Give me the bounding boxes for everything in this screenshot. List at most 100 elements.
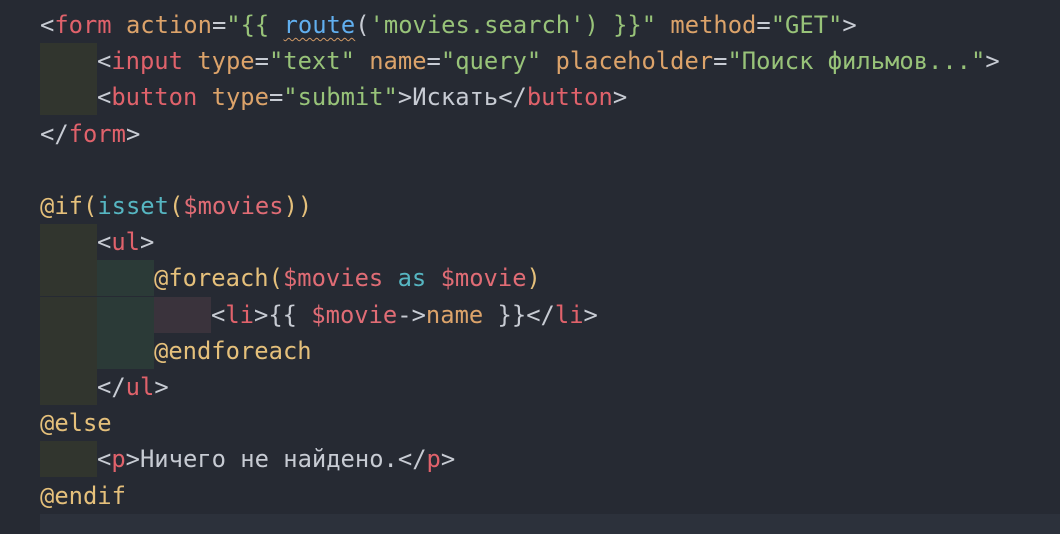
code-token: isset	[97, 192, 169, 220]
code-token: >	[440, 445, 456, 474]
code-text: @foreach($movies as $movie)	[154, 260, 541, 296]
code-token: @foreach	[154, 264, 269, 293]
code-token: p	[426, 445, 441, 474]
code-editor[interactable]: <form action="{{ route('movies.search') …	[0, 0, 1060, 534]
code-token: </	[498, 83, 527, 112]
code-line[interactable]: </form>	[0, 116, 1060, 152]
code-token: p	[111, 445, 126, 474]
code-token: (	[268, 264, 283, 293]
code-text: <ul>	[97, 224, 154, 260]
indent-guide	[40, 296, 97, 333]
code-token: >	[583, 300, 598, 329]
code-token: name	[369, 47, 427, 76]
code-token: >	[842, 11, 857, 39]
code-token: name	[425, 300, 484, 329]
code-line[interactable]: </ul>	[0, 369, 1060, 405]
code-text: @if(isset($movies))	[40, 188, 312, 224]
code-line[interactable]: <button type="submit">Искать</button>	[0, 79, 1060, 116]
code-line[interactable]: <form action="{{ route('movies.search') …	[0, 7, 1060, 43]
code-text: </form>	[40, 116, 140, 152]
code-token: <	[97, 83, 112, 112]
code-token: "Поиск фильмов..."	[727, 47, 986, 76]
current-line[interactable]	[40, 513, 1060, 534]
code-token: button	[526, 83, 613, 112]
code-token: <	[211, 300, 226, 329]
code-token: "{{	[226, 11, 284, 39]
code-line[interactable]: @if(isset($movies))	[0, 188, 1060, 224]
code-line[interactable]: <li>{{ $movie->name }}</li>	[0, 296, 1060, 333]
indent-guide	[40, 260, 97, 297]
code-token: (	[168, 192, 184, 220]
code-token: =	[268, 83, 284, 112]
indent-guide	[40, 332, 97, 369]
code-token: >	[397, 83, 413, 112]
indent-guide	[40, 224, 97, 261]
code-token: Ничего не найдено.	[139, 445, 398, 474]
code-token: form	[54, 11, 112, 39]
code-token: ))	[283, 192, 313, 220]
code-token: form	[68, 119, 126, 148]
code-token: li	[554, 300, 584, 329]
code-text: <form action="{{ route('movies.search') …	[40, 7, 857, 43]
indent-guide	[154, 296, 211, 333]
code-token: input	[111, 47, 183, 76]
code-token: method	[670, 11, 757, 39]
code-token: >	[253, 300, 269, 329]
code-token: "GET"	[770, 11, 843, 39]
indent-guide	[97, 296, 154, 333]
code-token: @endforeach	[154, 336, 312, 365]
code-token: =	[426, 47, 441, 76]
code-text: @else	[40, 405, 112, 441]
code-token: {{	[268, 300, 312, 329]
code-token: >	[125, 445, 140, 474]
code-line[interactable]: <p>Ничего не найдено.</p>	[0, 441, 1060, 478]
code-token: $movies	[282, 264, 384, 293]
code-text: <p>Ничего не найдено.</p>	[97, 441, 455, 477]
code-line[interactable]: @endforeach	[0, 332, 1060, 369]
code-token: }}	[483, 300, 527, 329]
code-line[interactable]: @else	[0, 405, 1060, 441]
code-token: )	[526, 264, 541, 293]
code-line[interactable]: <input type="text" name="query" placehol…	[0, 43, 1060, 80]
code-line[interactable]	[0, 152, 1060, 188]
code-token: (	[355, 11, 370, 39]
code-token: <	[97, 445, 112, 474]
code-token: $movie	[440, 264, 527, 293]
code-token: li	[225, 300, 254, 329]
code-token: ul	[111, 228, 140, 257]
code-token: $movies	[183, 192, 284, 220]
code-token: type	[197, 47, 255, 76]
code-text: @endforeach	[154, 333, 312, 369]
code-text: </ul>	[97, 369, 169, 405]
code-token: >	[125, 119, 141, 148]
code-token: =	[756, 11, 771, 39]
code-token: </	[526, 300, 555, 329]
code-token: placeholder	[555, 47, 714, 76]
code-token: type	[211, 83, 269, 112]
code-token: <	[97, 228, 112, 257]
code-token: route	[283, 11, 356, 39]
code-token: >	[154, 373, 169, 401]
code-token: ul	[125, 373, 155, 401]
code-line[interactable]: <ul>	[0, 224, 1060, 261]
code-token: Искать	[412, 83, 499, 112]
code-token: (	[82, 192, 98, 220]
code-text: <li>{{ $movie->name }}</li>	[211, 297, 598, 333]
code-line[interactable]: @endif	[0, 478, 1060, 514]
indent-guide	[40, 369, 97, 405]
code-token: @endif	[40, 481, 126, 510]
code-token: ) }}"	[584, 11, 657, 39]
code-token: >	[985, 47, 1000, 76]
code-line[interactable]: @foreach($movies as $movie)	[0, 260, 1060, 297]
code-token: </	[397, 445, 427, 474]
indent-guide	[97, 260, 154, 297]
code-token: "text"	[268, 47, 355, 76]
code-text: <button type="submit">Искать</button>	[97, 79, 627, 115]
code-token: 'movies.search'	[369, 11, 585, 39]
code-text: @endif	[40, 478, 126, 514]
